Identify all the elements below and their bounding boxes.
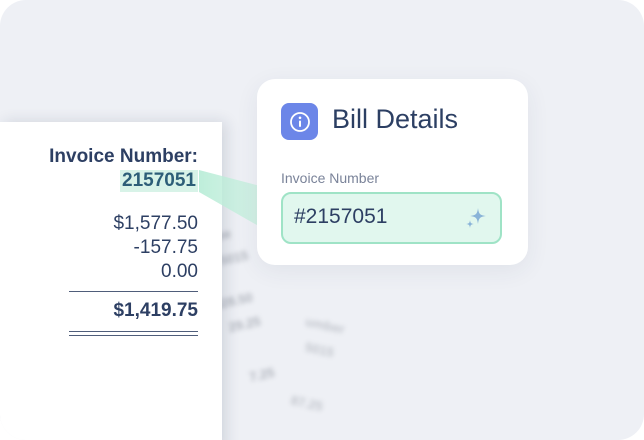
invoice-number-value: #2157051: [294, 205, 388, 228]
info-badge: [281, 103, 318, 140]
invoice-number-highlight: 2157051: [120, 170, 198, 192]
receipt-fragment: 29.25: [227, 313, 263, 335]
receipt-total: $1,419.75: [113, 300, 198, 321]
total-double-underline: [69, 331, 198, 336]
receipt-fragment: umber: [304, 313, 347, 337]
invoice-number-field-label: Invoice Number: [281, 170, 380, 186]
receipt-fragment: 87.25: [289, 392, 325, 415]
card-title: Bill Details: [332, 104, 459, 134]
invoice-number-label: Invoice Number:: [49, 146, 198, 167]
receipt-fragment: 5015: [218, 247, 250, 269]
receipt-fragment: 5015: [303, 339, 336, 361]
info-icon: [289, 111, 310, 132]
receipt-line-amount: $1,577.50: [113, 213, 198, 234]
invoice-receipt: Invoice Number: 2157051 $1,577.50 -157.7…: [0, 122, 222, 440]
receipt-line-amount: -157.75: [133, 237, 198, 258]
illustration-stage: mbe 5015 828.50 29.25 7.25 umber 5015 87…: [0, 0, 644, 440]
subtotal-divider: [69, 291, 198, 292]
invoice-number-field[interactable]: #2157051: [281, 192, 502, 244]
receipt-fragment: 7.25: [247, 364, 276, 385]
sparkle-icon: [466, 208, 486, 228]
bill-details-card: Bill Details Invoice Number #2157051: [257, 79, 528, 265]
receipt-line-amount: 0.00: [161, 261, 198, 282]
